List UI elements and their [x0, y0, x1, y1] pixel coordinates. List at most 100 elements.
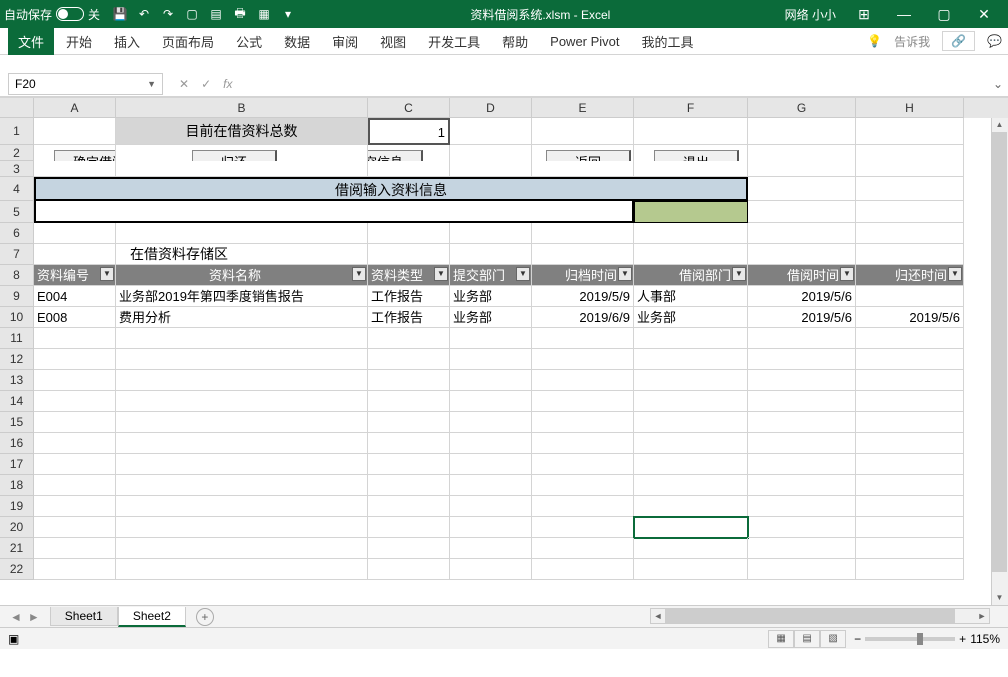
cell[interactable]: [856, 223, 964, 244]
cell[interactable]: 2019/6/9: [532, 307, 634, 328]
row-header[interactable]: 10: [0, 307, 34, 328]
cell[interactable]: [532, 412, 634, 433]
tab-data[interactable]: 数据: [274, 28, 320, 55]
cell[interactable]: [856, 286, 964, 307]
clear-button[interactable]: 清空信息: [368, 150, 423, 161]
cell[interactable]: [748, 328, 856, 349]
cell[interactable]: 业务部: [450, 286, 532, 307]
cell[interactable]: [368, 244, 450, 265]
cell[interactable]: [532, 391, 634, 412]
th-archive[interactable]: 归档时间▼: [532, 265, 634, 286]
chevron-down-icon[interactable]: ▼: [147, 79, 156, 89]
cell[interactable]: [34, 370, 116, 391]
cell[interactable]: [450, 454, 532, 475]
select-all-corner[interactable]: [0, 98, 34, 118]
cell[interactable]: [634, 161, 748, 177]
cell[interactable]: [856, 349, 964, 370]
close-button[interactable]: ✕: [964, 6, 1004, 23]
row-header[interactable]: 22: [0, 559, 34, 580]
col-header[interactable]: H: [856, 98, 964, 118]
sheet-tab-2[interactable]: Sheet2: [118, 607, 186, 627]
tab-powerpivot[interactable]: Power Pivot: [540, 30, 629, 53]
cell[interactable]: [856, 517, 964, 538]
horizontal-scrollbar[interactable]: ◄ ►: [650, 608, 990, 624]
cell[interactable]: [368, 223, 450, 244]
expand-formula-icon[interactable]: ⌄: [988, 77, 1008, 91]
cell[interactable]: [634, 223, 748, 244]
cell[interactable]: 退出: [634, 145, 748, 161]
back-button[interactable]: 返回: [546, 150, 631, 161]
cell[interactable]: [856, 177, 964, 201]
zoom-out-button[interactable]: −: [854, 632, 861, 646]
cell[interactable]: E008: [34, 307, 116, 328]
row-header[interactable]: 14: [0, 391, 34, 412]
cell[interactable]: E004: [34, 286, 116, 307]
cell[interactable]: [634, 538, 748, 559]
cell[interactable]: [634, 412, 748, 433]
cell[interactable]: [634, 433, 748, 454]
tab-home[interactable]: 开始: [56, 28, 102, 55]
row-header[interactable]: 4: [0, 177, 34, 201]
cell[interactable]: [368, 391, 450, 412]
row-header[interactable]: 18: [0, 475, 34, 496]
filter-dropdown-icon[interactable]: ▼: [948, 267, 962, 281]
cell[interactable]: [116, 454, 368, 475]
col-header[interactable]: F: [634, 98, 748, 118]
view-pagebreak-button[interactable]: ▧: [820, 630, 846, 648]
confirm-borrow-button[interactable]: 确定借阅: [54, 150, 116, 161]
th-borrow-time[interactable]: 借阅时间▼: [748, 265, 856, 286]
cell[interactable]: 人事部: [634, 286, 748, 307]
cell[interactable]: [634, 559, 748, 580]
th-borrow-dept[interactable]: 借阅部门▼: [634, 265, 748, 286]
cell[interactable]: [532, 370, 634, 391]
scroll-right-icon[interactable]: ►: [975, 609, 989, 623]
cell[interactable]: [634, 475, 748, 496]
exit-button[interactable]: 退出: [654, 150, 739, 161]
tab-help[interactable]: 帮助: [492, 28, 538, 55]
cell[interactable]: [748, 223, 856, 244]
comments-icon[interactable]: 💬: [987, 34, 1002, 48]
col-header[interactable]: C: [368, 98, 450, 118]
cell-selected[interactable]: [634, 517, 748, 538]
row-header[interactable]: 1: [0, 118, 34, 145]
zoom-in-button[interactable]: +: [959, 632, 966, 646]
cell[interactable]: 业务部: [450, 307, 532, 328]
filter-dropdown-icon[interactable]: ▼: [434, 267, 448, 281]
cell[interactable]: [532, 496, 634, 517]
cell[interactable]: [634, 349, 748, 370]
filter-dropdown-icon[interactable]: ▼: [516, 267, 530, 281]
cell[interactable]: [116, 496, 368, 517]
cell[interactable]: [450, 161, 532, 177]
col-header[interactable]: D: [450, 98, 532, 118]
cell[interactable]: [368, 433, 450, 454]
cell[interactable]: 2019/5/6: [748, 286, 856, 307]
cell[interactable]: 确定借阅: [34, 145, 116, 161]
toggle-switch[interactable]: [56, 7, 84, 21]
cell[interactable]: [368, 538, 450, 559]
filter-dropdown-icon[interactable]: ▼: [100, 267, 114, 281]
cell[interactable]: [748, 496, 856, 517]
cell[interactable]: [532, 223, 634, 244]
cell[interactable]: [856, 118, 964, 145]
row-header[interactable]: 8: [0, 265, 34, 286]
cell[interactable]: [532, 433, 634, 454]
cell[interactable]: [450, 517, 532, 538]
row-header[interactable]: 13: [0, 370, 34, 391]
cell[interactable]: [34, 349, 116, 370]
scroll-down-icon[interactable]: ▼: [992, 591, 1007, 605]
cell[interactable]: [368, 454, 450, 475]
cell[interactable]: [532, 559, 634, 580]
cell[interactable]: [856, 412, 964, 433]
username[interactable]: 网络 小小: [785, 6, 836, 23]
fx-icon[interactable]: fx: [223, 77, 232, 91]
cell[interactable]: [856, 454, 964, 475]
th-return-time[interactable]: 归还时间▼: [856, 265, 964, 286]
cell-title-count[interactable]: 1: [368, 118, 450, 145]
tab-view[interactable]: 视图: [370, 28, 416, 55]
macro-record-icon[interactable]: ▣: [8, 632, 19, 646]
cell[interactable]: [634, 391, 748, 412]
cell[interactable]: [748, 244, 856, 265]
view-normal-button[interactable]: ▦: [768, 630, 794, 648]
cell-title-label[interactable]: 目前在借资料总数: [116, 118, 368, 145]
cell[interactable]: [34, 433, 116, 454]
